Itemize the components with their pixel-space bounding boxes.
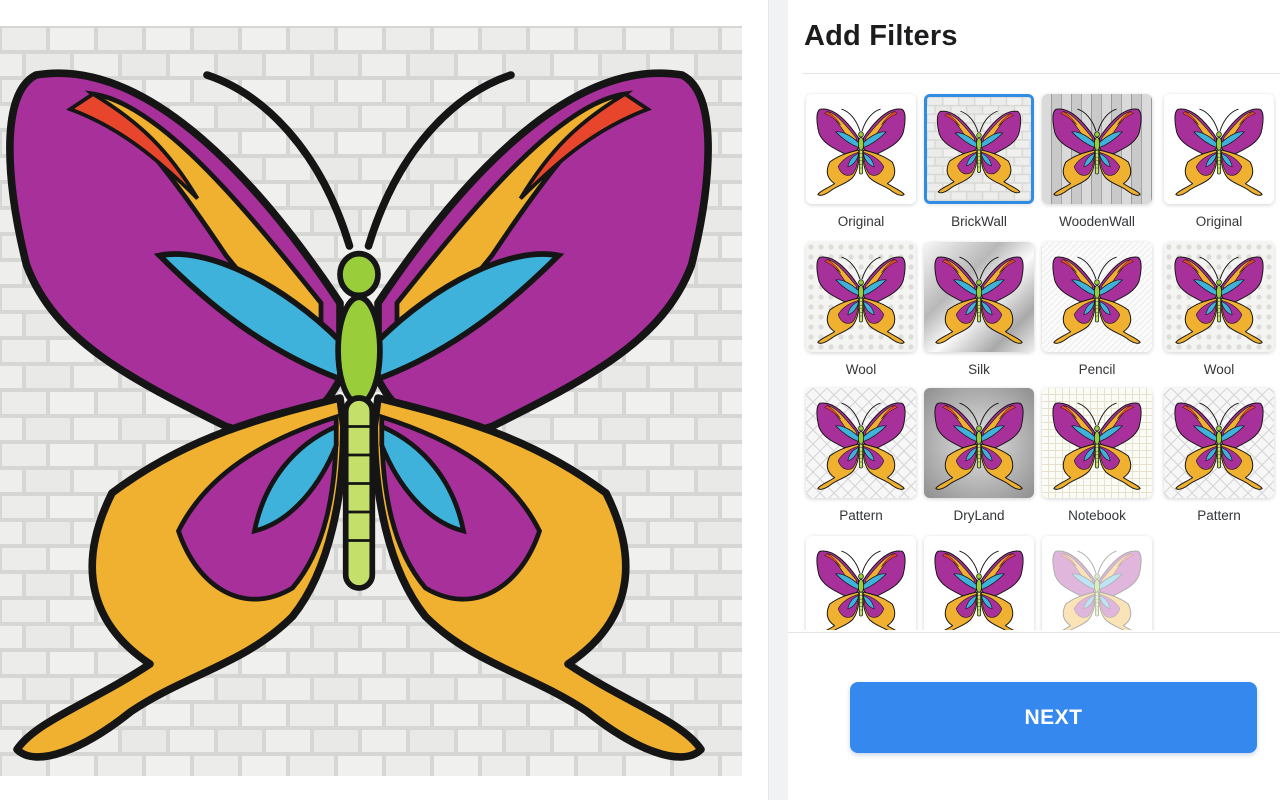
filter-panel: Add Filters Original BrickWall WoodenWall O… (788, 0, 1280, 800)
filter-label: Pencil (1078, 362, 1116, 377)
filter-option[interactable]: Wool (806, 242, 916, 382)
filter-thumbnail[interactable] (1164, 94, 1274, 204)
filter-option[interactable]: Original (806, 94, 916, 234)
filter-thumbnail[interactable] (1042, 388, 1152, 498)
filter-label: Silk (968, 362, 990, 377)
butterfly-on-brickwall-image (0, 26, 742, 776)
filter-option[interactable]: Silk (924, 242, 1034, 382)
filter-option[interactable] (924, 536, 1034, 630)
filter-option[interactable]: BrickWall (924, 94, 1034, 234)
filter-label: Wool (845, 362, 877, 377)
filter-label: BrickWall (951, 214, 1007, 229)
filter-label: WoodenWall (1059, 214, 1135, 229)
filter-option[interactable]: Pencil (1042, 242, 1152, 382)
filter-label: Pattern (839, 508, 883, 523)
preview-pane (0, 0, 768, 800)
pane-divider (768, 0, 788, 800)
filter-thumbnail[interactable] (1042, 242, 1152, 352)
filter-thumbnail[interactable] (924, 388, 1034, 498)
filter-option[interactable]: Pattern (806, 388, 916, 528)
filtered-image-preview (0, 26, 742, 776)
filter-thumbnail[interactable] (1164, 242, 1274, 352)
filter-option[interactable] (1042, 536, 1152, 630)
title-divider (802, 73, 1280, 74)
filter-option[interactable] (806, 536, 916, 630)
filter-label: Pattern (1197, 508, 1241, 523)
filter-thumbnail[interactable] (1042, 94, 1152, 204)
panel-title: Add Filters (804, 20, 958, 52)
filter-option[interactable]: DryLand (924, 388, 1034, 528)
filter-thumbnail[interactable] (924, 536, 1034, 630)
filter-label: Notebook (1068, 508, 1126, 523)
filter-label: DryLand (953, 508, 1005, 523)
filter-thumbnail[interactable] (1042, 536, 1152, 630)
filter-thumbnail[interactable] (806, 388, 916, 498)
filter-label: Wool (1203, 362, 1235, 377)
filter-thumbnail[interactable] (806, 536, 916, 630)
filter-option[interactable]: WoodenWall (1042, 94, 1152, 234)
filter-option[interactable]: Wool (1164, 242, 1274, 382)
filter-thumbnail[interactable] (924, 94, 1034, 204)
filter-thumbnail[interactable] (806, 94, 916, 204)
next-button[interactable]: NEXT (850, 682, 1257, 753)
filter-label: Original (1195, 214, 1243, 229)
filter-option[interactable]: Original (1164, 94, 1274, 234)
filter-editor: Add Filters Original BrickWall WoodenWall O… (0, 0, 1280, 800)
filter-thumbnail[interactable] (1164, 388, 1274, 498)
filter-label: Original (837, 214, 885, 229)
filter-option[interactable]: Pattern (1164, 388, 1274, 528)
filter-thumbnail[interactable] (806, 242, 916, 352)
filter-option[interactable]: Notebook (1042, 388, 1152, 528)
filter-grid: Original BrickWall WoodenWall Original Wool S… (802, 92, 1280, 630)
filter-thumbnail[interactable] (924, 242, 1034, 352)
grid-divider (788, 632, 1280, 633)
